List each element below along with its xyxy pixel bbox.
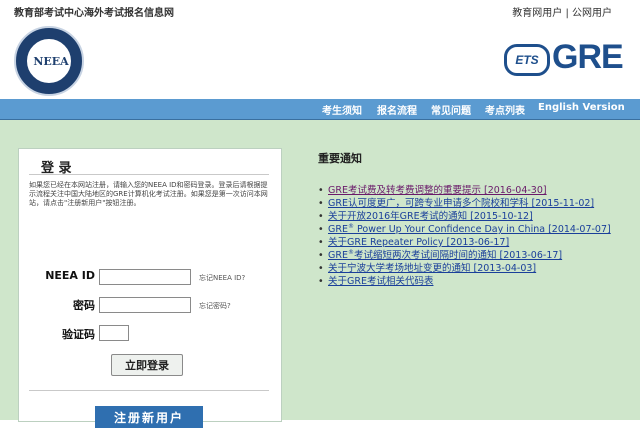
notice-link-text: GRE考试费及转考费调整的重要提示 [2016-04-30]: [328, 185, 547, 196]
top-bar: 教育部考试中心海外考试报名信息网 教育网用户 | 公网用户: [0, 0, 640, 20]
ets-logo-badge: ETS: [504, 44, 550, 76]
neea-logo-text: NEEA: [33, 55, 69, 68]
login-panel: 登 录 如果您已经在本网站注册，请输入您的NEEA ID和密码登录。登录后请根据…: [18, 148, 282, 428]
notice-link[interactable]: GRE® Power Up Your Confidence Day in Chi…: [328, 223, 611, 235]
login-divider: [29, 390, 269, 391]
notice-item: GRE考试费及转考费调整的重要提示 [2016-04-30]: [318, 184, 628, 197]
password-label: 密码: [73, 299, 95, 312]
nav-item-faq[interactable]: 常见问题: [431, 102, 471, 117]
user-links-separator: |: [562, 8, 572, 19]
nav-item-registration-process[interactable]: 报名流程: [377, 102, 417, 117]
neea-logo: NEEA: [14, 26, 84, 96]
notice-section: 重要通知 GRE考试费及转考费调整的重要提示 [2016-04-30] GRE认可…: [318, 150, 628, 288]
site-title: 教育部考试中心海外考试报名信息网: [14, 8, 174, 19]
notice-link-prefix: GRE: [328, 250, 348, 261]
user-links: 教育网用户 | 公网用户: [512, 4, 612, 19]
notice-link[interactable]: GRE认可度更广，可跨专业申请多个院校和学科 [2015-11-02]: [328, 198, 594, 209]
notice-link[interactable]: 关于宁波大学考场地址变更的通知 [2013-04-03]: [328, 263, 536, 274]
notice-list: GRE考试费及转考费调整的重要提示 [2016-04-30] GRE认可度更广，可…: [318, 184, 628, 288]
neea-logo-inner: NEEA: [25, 37, 73, 85]
main-content: 登 录 如果您已经在本网站注册，请输入您的NEEA ID和密码登录。登录后请根据…: [0, 120, 640, 428]
notice-link[interactable]: 关于GRE考试相关代码表: [328, 276, 433, 287]
login-description: 如果您已经在本网站注册，请输入您的NEEA ID和密码登录。登录后请根据提示流程…: [29, 181, 268, 207]
password-input[interactable]: [99, 297, 191, 313]
forgot-password-link[interactable]: 忘记密码?: [199, 301, 231, 311]
gre-logo-text: GRE: [552, 38, 624, 76]
nav-item-test-centers[interactable]: 考点列表: [485, 102, 525, 117]
neea-user-link[interactable]: 教育网用户: [512, 8, 562, 19]
notice-item: 关于开放2016年GRE考试的通知 [2015-10-12]: [318, 210, 628, 223]
captcha-input[interactable]: [99, 325, 129, 341]
notice-link[interactable]: GRE®考试缩短两次考试间隔时间的通知 [2013-06-17]: [328, 249, 563, 261]
notice-link-text: 关于开放2016年GRE考试的通知 [2015-10-12]: [328, 211, 533, 222]
notice-link-prefix: GRE: [328, 224, 348, 235]
nav-bar: 考生须知 报名流程 常见问题 考点列表 English Version: [0, 99, 640, 120]
notice-item: 关于宁波大学考场地址变更的通知 [2013-04-03]: [318, 262, 628, 275]
neea-id-input[interactable]: [99, 269, 191, 285]
neea-id-label: NEEA ID: [45, 269, 95, 282]
notice-link-text: 关于宁波大学考场地址变更的通知 [2013-04-03]: [328, 263, 537, 274]
ets-gre-logo: ETS GRE: [504, 36, 624, 76]
notice-link-text: Power Up Your Confidence Day in China [2…: [353, 224, 611, 235]
forgot-neea-id-link[interactable]: 忘记NEEA ID?: [199, 273, 245, 283]
login-button[interactable]: 立即登录: [111, 354, 183, 376]
notice-link-text: 考试缩短两次考试间隔时间的通知 [2013-06-17]: [353, 250, 563, 261]
notice-link[interactable]: GRE考试费及转考费调整的重要提示 [2016-04-30]: [328, 185, 547, 196]
public-user-link[interactable]: 公网用户: [572, 8, 612, 19]
header: NEEA ETS GRE: [0, 20, 640, 98]
notice-title: 重要通知: [318, 152, 362, 165]
nav-item-english-version[interactable]: English Version: [538, 102, 625, 113]
notice-link-text: 关于GRE Repeater Policy [2013-06-17]: [328, 237, 510, 248]
notice-link-text: 关于GRE考试相关代码表: [328, 276, 434, 287]
notice-item: GRE® Power Up Your Confidence Day in Chi…: [318, 223, 628, 236]
register-button[interactable]: 注册新用户: [95, 406, 203, 428]
captcha-label: 验证码: [62, 328, 95, 341]
nav-item-candidate-notice[interactable]: 考生须知: [322, 102, 362, 117]
notice-item: 关于GRE Repeater Policy [2013-06-17]: [318, 236, 628, 249]
notice-item: GRE认可度更广，可跨专业申请多个院校和学科 [2015-11-02]: [318, 197, 628, 210]
notice-item: 关于GRE考试相关代码表: [318, 275, 628, 288]
notice-link[interactable]: 关于开放2016年GRE考试的通知 [2015-10-12]: [328, 211, 533, 222]
login-title-divider: [29, 174, 269, 175]
notice-link[interactable]: 关于GRE Repeater Policy [2013-06-17]: [328, 237, 509, 248]
notice-link-text: GRE认可度更广，可跨专业申请多个院校和学科 [2015-11-02]: [328, 198, 595, 209]
notice-item: GRE®考试缩短两次考试间隔时间的通知 [2013-06-17]: [318, 249, 628, 262]
